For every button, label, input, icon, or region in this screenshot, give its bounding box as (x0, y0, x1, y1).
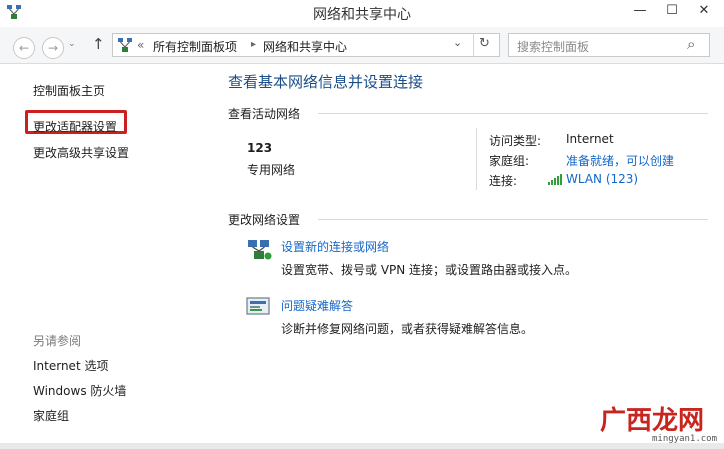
search-icon[interactable]: ⌕ (687, 35, 695, 53)
address-divider (473, 34, 474, 56)
search-box[interactable]: 搜索控制面板 ⌕ (508, 33, 710, 57)
breadcrumb-network-sharing-center[interactable]: 网络和共享中心 (263, 38, 347, 55)
connection-link[interactable]: WLAN (123) (566, 172, 638, 186)
section-divider (318, 219, 708, 220)
task-setup-connection-description: 设置宽带、拨号或 VPN 连接；或设置路由器或接入点。 (281, 263, 578, 277)
network-type: 专用网络 (247, 163, 296, 177)
task-troubleshoot-link[interactable]: 问题疑难解答 (281, 297, 353, 314)
watermark-cn: 广西龙网 (600, 406, 705, 436)
watermark-en: mingyan1.com (652, 434, 718, 444)
navigation-bar: ← → ⌄ ↑ « 所有控制面板项 ▸ 网络和共享中心 ⌄ ↻ 搜索控制面板 ⌕ (0, 27, 724, 64)
page-title: 查看基本网络信息并设置连接 (228, 73, 424, 91)
breadcrumb-arrow-icon[interactable]: ▸ (251, 39, 256, 50)
chevron-down-icon: ⌄ (68, 39, 76, 49)
homegroup-link[interactable]: 准备就绪，可以创建 (566, 152, 674, 169)
network-location-icon (118, 38, 132, 52)
address-bar[interactable]: « 所有控制面板项 ▸ 网络和共享中心 ⌄ ↻ (112, 33, 500, 57)
vertical-divider (476, 128, 477, 190)
wifi-signal-icon (548, 174, 562, 185)
connection-label: 连接: (489, 174, 518, 188)
title-bar: 网络和共享中心 — ☐ ✕ (0, 0, 724, 26)
sidebar-item-internet-options[interactable]: Internet 选项 (33, 357, 108, 374)
search-input[interactable]: 搜索控制面板 (517, 38, 589, 55)
active-networks-title: 查看活动网络 (228, 107, 301, 121)
up-arrow-icon: ↑ (92, 35, 105, 53)
back-button[interactable]: ← (13, 37, 35, 59)
task-setup-connection-link[interactable]: 设置新的连接或网络 (281, 238, 389, 255)
access-type-value: Internet (566, 132, 614, 146)
up-button[interactable]: ↑ (92, 35, 105, 53)
address-dropdown-icon[interactable]: ⌄ (453, 36, 462, 49)
sidebar-item-homegroup[interactable]: 家庭组 (33, 407, 69, 424)
breadcrumb-all-control-panel-items[interactable]: 所有控制面板项 (153, 38, 237, 55)
sidebar-item-windows-firewall[interactable]: Windows 防火墙 (33, 382, 126, 399)
sidebar-item-advanced-sharing-settings[interactable]: 更改高级共享设置 (33, 144, 129, 161)
refresh-icon[interactable]: ↻ (479, 36, 490, 51)
window-title: 网络和共享中心 (313, 7, 411, 23)
change-settings-title: 更改网络设置 (228, 213, 301, 227)
network-name: 123 (247, 141, 273, 155)
back-arrow-icon: ← (18, 41, 30, 55)
recent-locations-button[interactable]: ⌄ (68, 39, 76, 49)
network-setup-icon (248, 240, 272, 260)
close-button[interactable]: ✕ (684, 0, 724, 22)
troubleshoot-icon (246, 297, 270, 315)
sidebar-item-control-panel-home[interactable]: 控制面板主页 (33, 82, 105, 99)
section-divider (318, 113, 708, 114)
sidebar-item-change-adapter-settings[interactable]: 更改适配器设置 (33, 118, 117, 135)
see-also-title: 另请参阅 (33, 334, 82, 348)
watermark: 广西龙网 mingyan1.com (596, 400, 720, 446)
forward-button[interactable]: → (42, 37, 64, 59)
access-type-label: 访问类型: (489, 134, 542, 148)
task-troubleshoot-description: 诊断并修复网络问题，或者获得疑难解答信息。 (281, 322, 534, 336)
forward-arrow-icon: → (47, 41, 59, 55)
homegroup-label: 家庭组: (489, 154, 530, 168)
breadcrumb-overflow[interactable]: « (137, 38, 144, 52)
